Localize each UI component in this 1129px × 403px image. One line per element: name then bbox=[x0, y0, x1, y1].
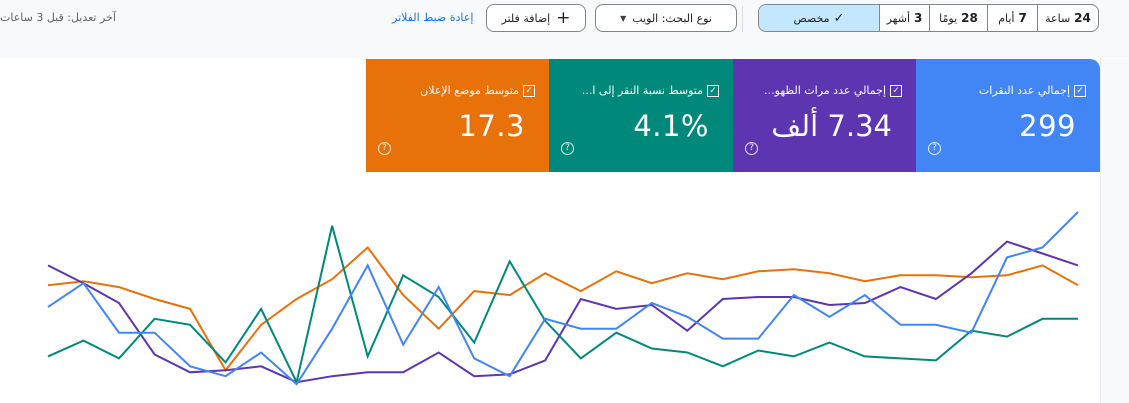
checkbox-icon: ✓ bbox=[707, 84, 719, 97]
metric-label: إجمالي عدد النقرات bbox=[978, 84, 1070, 97]
search-type-dropdown[interactable]: نوع البحث: الويب ▼ bbox=[595, 4, 737, 32]
chevron-down-icon: ▼ bbox=[620, 13, 627, 23]
metric-label: متوسط موضع الإعلان bbox=[420, 84, 519, 97]
search-type-label: نوع البحث: الويب bbox=[632, 11, 712, 25]
add-filter-button[interactable]: + إضافة فلتر bbox=[486, 4, 586, 32]
toolbar-divider bbox=[742, 6, 743, 32]
date-range-custom[interactable]: ✓ مخصص bbox=[759, 5, 879, 31]
metric-label: متوسط نسبة النقر إلى ا... bbox=[581, 84, 703, 97]
last-modified-text: آخر تعديل: قبل 3 ساعات bbox=[0, 11, 116, 24]
metric-card-ctr[interactable]: ✓ متوسط نسبة النقر إلى ا... 4.1% ? bbox=[549, 59, 733, 172]
add-filter-label: إضافة فلتر bbox=[501, 11, 551, 25]
metric-value: 17.3 bbox=[458, 109, 525, 143]
date-range-28d[interactable]: 28 يومًا bbox=[929, 5, 987, 31]
plus-icon: + bbox=[556, 7, 571, 28]
help-icon[interactable]: ? bbox=[745, 142, 758, 155]
checkbox-icon: ✓ bbox=[1074, 84, 1086, 97]
checkbox-icon: ✓ bbox=[523, 84, 535, 97]
series-line-1 bbox=[47, 240, 1079, 384]
performance-line-chart bbox=[47, 211, 1079, 386]
metric-card-clicks[interactable]: ✓ إجمالي عدد النقرات 299 ? bbox=[916, 59, 1100, 172]
checkbox-icon: ✓ bbox=[890, 84, 902, 97]
metric-card-impressions[interactable]: ✓ إجمالي عدد مرات الظهو... 7.34 ألف ? bbox=[733, 59, 916, 172]
toolbar: آخر تعديل: قبل 3 ساعات إعادة ضبط الفلاتر… bbox=[0, 0, 1129, 58]
metric-value: 299 bbox=[1019, 109, 1076, 143]
reset-filters-link[interactable]: إعادة ضبط الفلاتر bbox=[392, 11, 473, 24]
right-scroll-rail bbox=[1100, 59, 1129, 403]
help-icon[interactable]: ? bbox=[928, 142, 941, 155]
help-icon[interactable]: ? bbox=[561, 142, 574, 155]
metric-card-position[interactable]: ✓ متوسط موضع الإعلان 17.3 ? bbox=[366, 59, 549, 172]
series-line-0 bbox=[47, 211, 1079, 386]
date-range-7d[interactable]: 7 أيام bbox=[987, 5, 1037, 31]
series-line-3 bbox=[47, 246, 1079, 373]
metric-value: 7.34 ألف bbox=[771, 109, 892, 143]
checkmark-icon: ✓ bbox=[833, 10, 845, 26]
date-range-3m[interactable]: 3 أشهر bbox=[879, 5, 929, 31]
help-icon[interactable]: ? bbox=[378, 142, 391, 155]
date-range-selector: 24 ساعة 7 أيام 28 يومًا 3 أشهر ✓ مخصص bbox=[758, 4, 1099, 32]
date-range-24h[interactable]: 24 ساعة bbox=[1037, 5, 1098, 31]
metric-label: إجمالي عدد مرات الظهو... bbox=[764, 84, 886, 97]
metric-value: 4.1% bbox=[633, 109, 709, 143]
series-line-2 bbox=[47, 225, 1078, 386]
